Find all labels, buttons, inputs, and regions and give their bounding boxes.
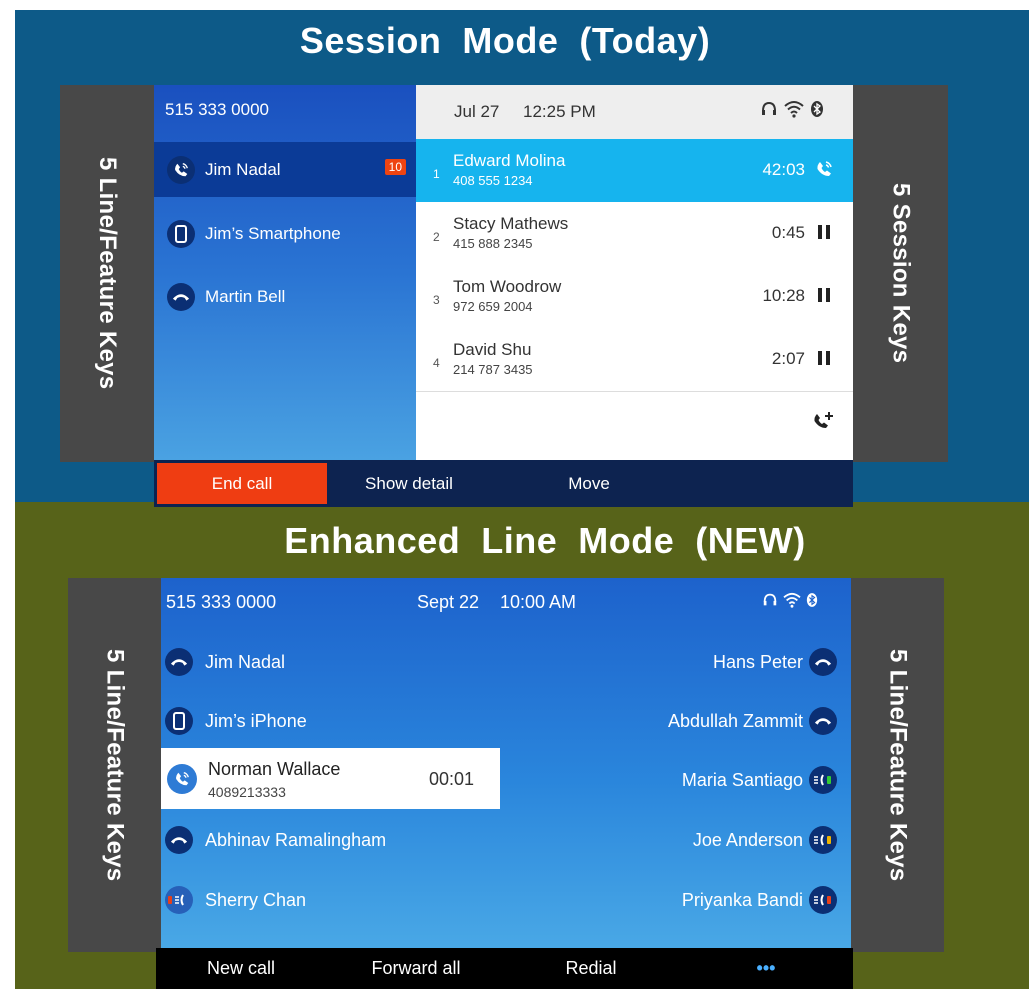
line-key-martin-bell[interactable]: Martin Bell (154, 269, 416, 324)
right-feature-keys-label: 5 Line/Feature Keys (851, 578, 944, 952)
end-call-button[interactable]: End call (157, 463, 327, 504)
session-key-4[interactable]: 4 David Shu 214 787 3435 2:07 (416, 328, 853, 392)
more-button[interactable]: ••• (736, 948, 796, 989)
bluetooth-icon (811, 101, 823, 117)
presence-away-icon (809, 826, 837, 854)
line-label: Abhinav Ramalingham (205, 829, 387, 850)
session-index: 4 (433, 356, 440, 370)
session-name: David Shu (453, 340, 532, 359)
session-name: Stacy Mathews (453, 214, 569, 233)
line-label: Hans Peter (712, 651, 803, 672)
headset-icon (762, 101, 776, 115)
presence-available-icon (809, 766, 837, 794)
show-detail-button[interactable]: Show detail (349, 463, 469, 504)
headset-icon (763, 593, 777, 606)
new-call-button[interactable]: New call (186, 948, 296, 989)
session-number: 408 555 1234 (453, 173, 533, 188)
handset-icon (167, 282, 195, 311)
hold-icon (813, 221, 835, 243)
line-key-jim-nadal[interactable]: Jim Nadal 10 (154, 142, 416, 197)
line-key-jims-smartphone[interactable]: Jim’s Smartphone (154, 206, 416, 261)
session-softkey-bar: End call Show detail Move (154, 460, 853, 507)
session-number: 972 659 2004 (453, 299, 533, 314)
presence-busy-icon (165, 886, 193, 914)
voicemail-badge: 10 (384, 159, 406, 175)
enhanced-softkey-bar: New call Forward all Redial ••• (156, 948, 853, 989)
line-key-maria-santiago[interactable]: Maria Santiago (682, 760, 837, 800)
forward-all-button[interactable]: Forward all (356, 948, 476, 989)
status-icons-2 (762, 592, 818, 608)
line-key-sherry-chan[interactable]: Sherry Chan (165, 880, 306, 920)
time-2: 10:00 AM (500, 592, 577, 612)
handset-icon (165, 826, 193, 854)
handset-icon (809, 707, 837, 735)
session-key-2[interactable]: 2 Stacy Mathews 415 888 2345 0:45 (416, 202, 853, 266)
session-key-1[interactable]: 1 Edward Molina 408 555 1234 42:03 (416, 139, 853, 202)
add-call-icon[interactable] (812, 410, 836, 434)
line-key-norman-wallace[interactable]: Norman Wallace 4089213333 00:01 (161, 748, 500, 809)
presence-busy-icon (809, 886, 837, 914)
call-duration: 00:01 (429, 769, 475, 789)
line-key-priyanka-bandi[interactable]: Priyanka Bandi (682, 880, 837, 920)
wifi-icon (784, 101, 804, 118)
left-feature-keys-label: 5 Line/Feature Keys (60, 85, 154, 462)
line-label: Abdullah Zammit (667, 710, 803, 731)
smartphone-icon (165, 707, 193, 735)
date-2: Sept 22 (417, 592, 480, 612)
session-index: 2 (433, 230, 440, 244)
line-label: Jim Nadal (205, 651, 286, 672)
line-label: Martin Bell (205, 286, 286, 306)
session-duration: 42:03 (762, 160, 805, 179)
session-name: Tom Woodrow (453, 277, 562, 296)
line-label: Sherry Chan (205, 889, 307, 910)
line-label: Norman Wallace (208, 759, 341, 779)
time: 12:25 PM (523, 102, 596, 121)
hold-icon (813, 347, 835, 369)
line-label: Jim’s Smartphone (205, 223, 341, 243)
session-mode-heading: Session Mode (Today) (299, 20, 711, 61)
session-keys-label: 5 Session Keys (853, 85, 948, 462)
bluetooth-icon (806, 593, 818, 607)
smartphone-icon (167, 219, 195, 248)
session-key-3[interactable]: 3 Tom Woodrow 972 659 2004 10:28 (416, 265, 853, 329)
session-name: Edward Molina (453, 151, 566, 170)
hold-icon (813, 284, 835, 306)
line-key-abdullah-zammit[interactable]: Abdullah Zammit (668, 701, 837, 741)
phone-number-2: 515 333 0000 (166, 592, 277, 612)
handset-icon (809, 648, 837, 676)
phone-number: 515 333 0000 (165, 100, 269, 119)
enhanced-line-mode-heading: Enhanced Line Mode (NEW) (284, 520, 806, 561)
session-duration: 0:45 (771, 223, 805, 242)
caller-number: 4089213333 (208, 784, 286, 800)
line-label: Jim’s iPhone (205, 710, 307, 731)
line-key-jim-nadal-2[interactable]: Jim Nadal (165, 642, 285, 682)
session-duration: 2:07 (771, 349, 805, 368)
session-number: 415 888 2345 (453, 236, 533, 251)
status-bar: Jul 27 12:25 PM (416, 85, 853, 139)
active-call-icon (167, 764, 197, 794)
status-icons (760, 100, 824, 118)
line-label: Priyanka Bandi (681, 889, 803, 910)
handset-icon (165, 648, 193, 676)
line-key-hans-peter[interactable]: Hans Peter (713, 642, 837, 682)
line-key-abhinav-ramalingham[interactable]: Abhinav Ramalingham (165, 820, 386, 860)
session-number: 214 787 3435 (453, 362, 533, 377)
session-duration: 10:28 (762, 286, 805, 305)
move-button[interactable]: Move (549, 463, 629, 504)
date: Jul 27 (454, 102, 500, 121)
line-key-jims-iphone[interactable]: Jim’s iPhone (165, 701, 307, 741)
wifi-icon (783, 592, 801, 608)
line-key-joe-anderson[interactable]: Joe Anderson (693, 820, 837, 860)
line-label: Maria Santiago (681, 769, 803, 790)
redial-button[interactable]: Redial (551, 948, 631, 989)
line-label: Jim Nadal (205, 159, 281, 179)
left-feature-keys-label-2: 5 Line/Feature Keys (68, 578, 161, 952)
line-label: Joe Anderson (692, 829, 803, 850)
session-index: 3 (433, 293, 440, 307)
active-call-icon (813, 158, 835, 180)
session-index: 1 (433, 167, 440, 181)
active-call-icon (167, 155, 195, 184)
